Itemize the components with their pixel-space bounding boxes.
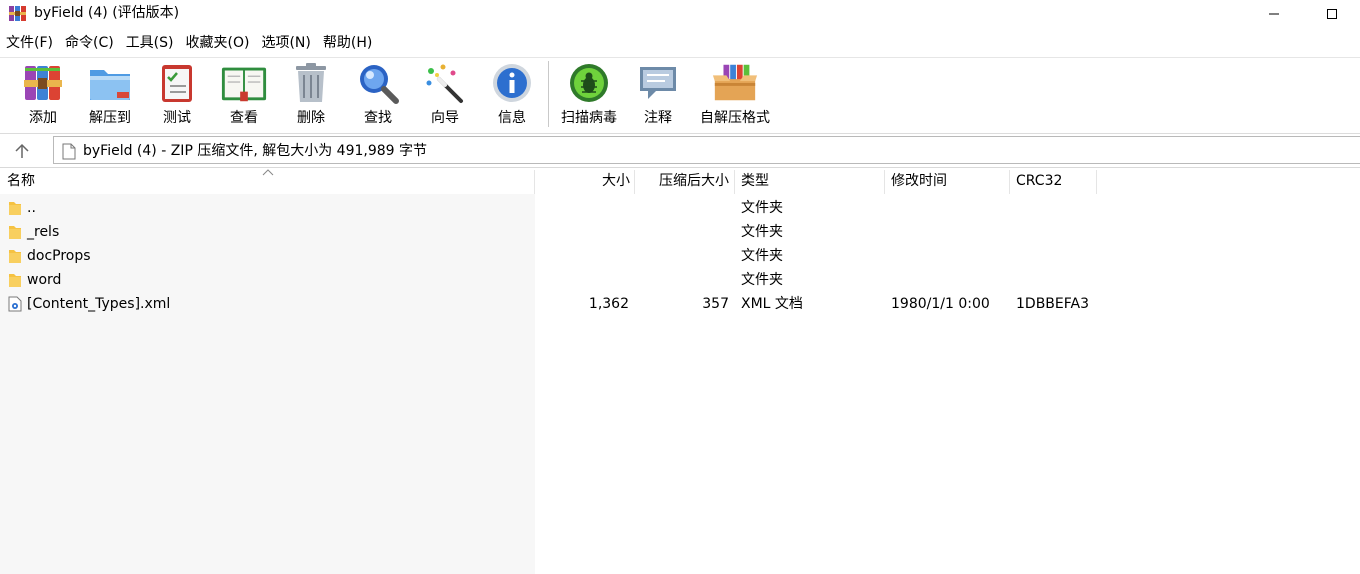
table-row[interactable]: _rels 文件夹 (0, 220, 1100, 244)
menu-file[interactable]: 文件(F) (0, 32, 59, 54)
comment-button[interactable]: 注释 (636, 60, 680, 130)
window-title: byField (4) (评估版本) (34, 5, 180, 21)
test-button[interactable]: 测试 (155, 60, 199, 130)
delete-button[interactable]: 删除 (287, 60, 335, 130)
file-packed-size (635, 196, 729, 220)
address-bar: byField (4) - ZIP 压缩文件, 解包大小为 491,989 字节 (0, 133, 1360, 166)
wizard-button[interactable]: 向导 (422, 60, 468, 130)
archive-path-field[interactable]: byField (4) - ZIP 压缩文件, 解包大小为 491,989 字节 (53, 136, 1360, 164)
comment-bubble-icon (640, 67, 676, 99)
file-type: 文件夹 (741, 200, 783, 216)
menu-bar: 文件(F) 命令(C) 工具(S) 收藏夹(O) 选项(N) 帮助(H) (0, 31, 1360, 55)
delete-label: 删除 (297, 110, 325, 126)
folder-icon (9, 202, 21, 215)
file-name: [Content_Types].xml (27, 296, 171, 312)
file-packed-size (635, 268, 729, 292)
toolbar: 添加 解压到 测试 查看 删除 查找 向导 信息 扫描病毒 注释 自解压格式 (0, 57, 1360, 132)
info-button[interactable]: 信息 (488, 60, 536, 130)
virus-scan-label: 扫描病毒 (561, 110, 617, 126)
title-bar: byField (4) (评估版本) (0, 0, 1360, 28)
column-header-crc32[interactable]: CRC32 (1016, 168, 1062, 194)
folder-icon (9, 274, 21, 287)
info-label: 信息 (498, 110, 526, 126)
test-checklist-icon (162, 65, 192, 102)
file-packed-size (635, 220, 729, 244)
file-name: .. (27, 200, 36, 216)
winrar-app-icon (9, 6, 26, 21)
file-type: 文件夹 (741, 224, 783, 240)
column-header-size[interactable]: 大小 (535, 168, 630, 194)
file-name: word (27, 272, 62, 288)
view-label: 查看 (230, 110, 258, 126)
file-packed-size: 357 (702, 296, 729, 312)
minimize-icon (1269, 13, 1279, 15)
wizard-label: 向导 (431, 110, 459, 126)
magic-wand-icon (426, 64, 463, 103)
column-header-modified[interactable]: 修改时间 (891, 168, 947, 194)
add-archive-icon (24, 66, 62, 100)
minimize-button[interactable] (1251, 0, 1297, 28)
xml-file-icon (8, 296, 22, 312)
table-row[interactable]: .. 文件夹 (0, 196, 1100, 220)
file-modified: 1980/1/1 0:00 (891, 296, 990, 312)
file-size (535, 220, 629, 244)
view-button[interactable]: 查看 (217, 60, 271, 130)
column-divider[interactable] (1096, 170, 1097, 194)
menu-favorites[interactable]: 收藏夹(O) (180, 32, 256, 54)
file-name: _rels (27, 224, 60, 240)
column-divider[interactable] (884, 170, 885, 194)
file-packed-size (635, 244, 729, 268)
virus-bug-icon (570, 64, 608, 102)
view-book-icon (221, 67, 267, 102)
trash-icon (296, 63, 326, 102)
file-type: 文件夹 (741, 272, 783, 288)
file-crc32: 1DBBEFA3 (1016, 296, 1089, 312)
column-header-name[interactable]: 名称 (7, 168, 35, 194)
test-label: 测试 (163, 110, 191, 126)
column-header-type[interactable]: 类型 (741, 168, 769, 194)
extract-to-button[interactable]: 解压到 (84, 60, 136, 130)
file-size: 1,362 (588, 296, 629, 312)
table-row[interactable]: docProps 文件夹 (0, 244, 1100, 268)
find-button[interactable]: 查找 (354, 60, 402, 130)
sort-ascending-icon (262, 169, 274, 176)
column-header-packed-size[interactable]: 压缩后大小 (635, 168, 729, 194)
column-divider[interactable] (734, 170, 735, 194)
add-button[interactable]: 添加 (19, 60, 67, 130)
menu-options[interactable]: 选项(N) (255, 32, 316, 54)
file-type: 文件夹 (741, 248, 783, 264)
file-type: XML 文档 (741, 296, 803, 312)
folder-icon (9, 226, 21, 239)
document-icon (62, 143, 76, 160)
magnifier-icon (360, 65, 399, 104)
maximize-button[interactable] (1309, 0, 1355, 28)
table-row[interactable]: [Content_Types].xml 1,362 357 XML 文档 198… (0, 292, 1100, 316)
toolbar-separator (548, 61, 549, 127)
up-one-level-button[interactable] (8, 140, 36, 162)
arrow-up-icon (15, 143, 29, 158)
sfx-label: 自解压格式 (700, 110, 770, 126)
file-size (535, 196, 629, 220)
sfx-button[interactable]: 自解压格式 (695, 60, 775, 130)
file-list: 名称 大小 压缩后大小 类型 修改时间 CRC32 .. 文件夹 _rels 文… (0, 167, 1360, 574)
extract-to-label: 解压到 (89, 110, 131, 126)
find-label: 查找 (364, 110, 392, 126)
menu-tools[interactable]: 工具(S) (120, 32, 180, 54)
column-divider[interactable] (1009, 170, 1010, 194)
add-label: 添加 (29, 110, 57, 126)
menu-help[interactable]: 帮助(H) (317, 32, 378, 54)
file-size (535, 268, 629, 292)
comment-label: 注释 (644, 110, 672, 126)
info-icon (493, 64, 531, 102)
folder-icon (9, 250, 21, 263)
menu-commands[interactable]: 命令(C) (59, 32, 120, 54)
extract-folder-icon (90, 70, 130, 100)
table-row[interactable]: word 文件夹 (0, 268, 1100, 292)
virus-scan-button[interactable]: 扫描病毒 (557, 60, 621, 130)
sfx-box-icon (712, 64, 758, 101)
file-name: docProps (27, 248, 91, 264)
maximize-icon (1327, 9, 1337, 19)
archive-path-text: byField (4) - ZIP 压缩文件, 解包大小为 491,989 字节 (83, 143, 428, 159)
file-size (535, 244, 629, 268)
